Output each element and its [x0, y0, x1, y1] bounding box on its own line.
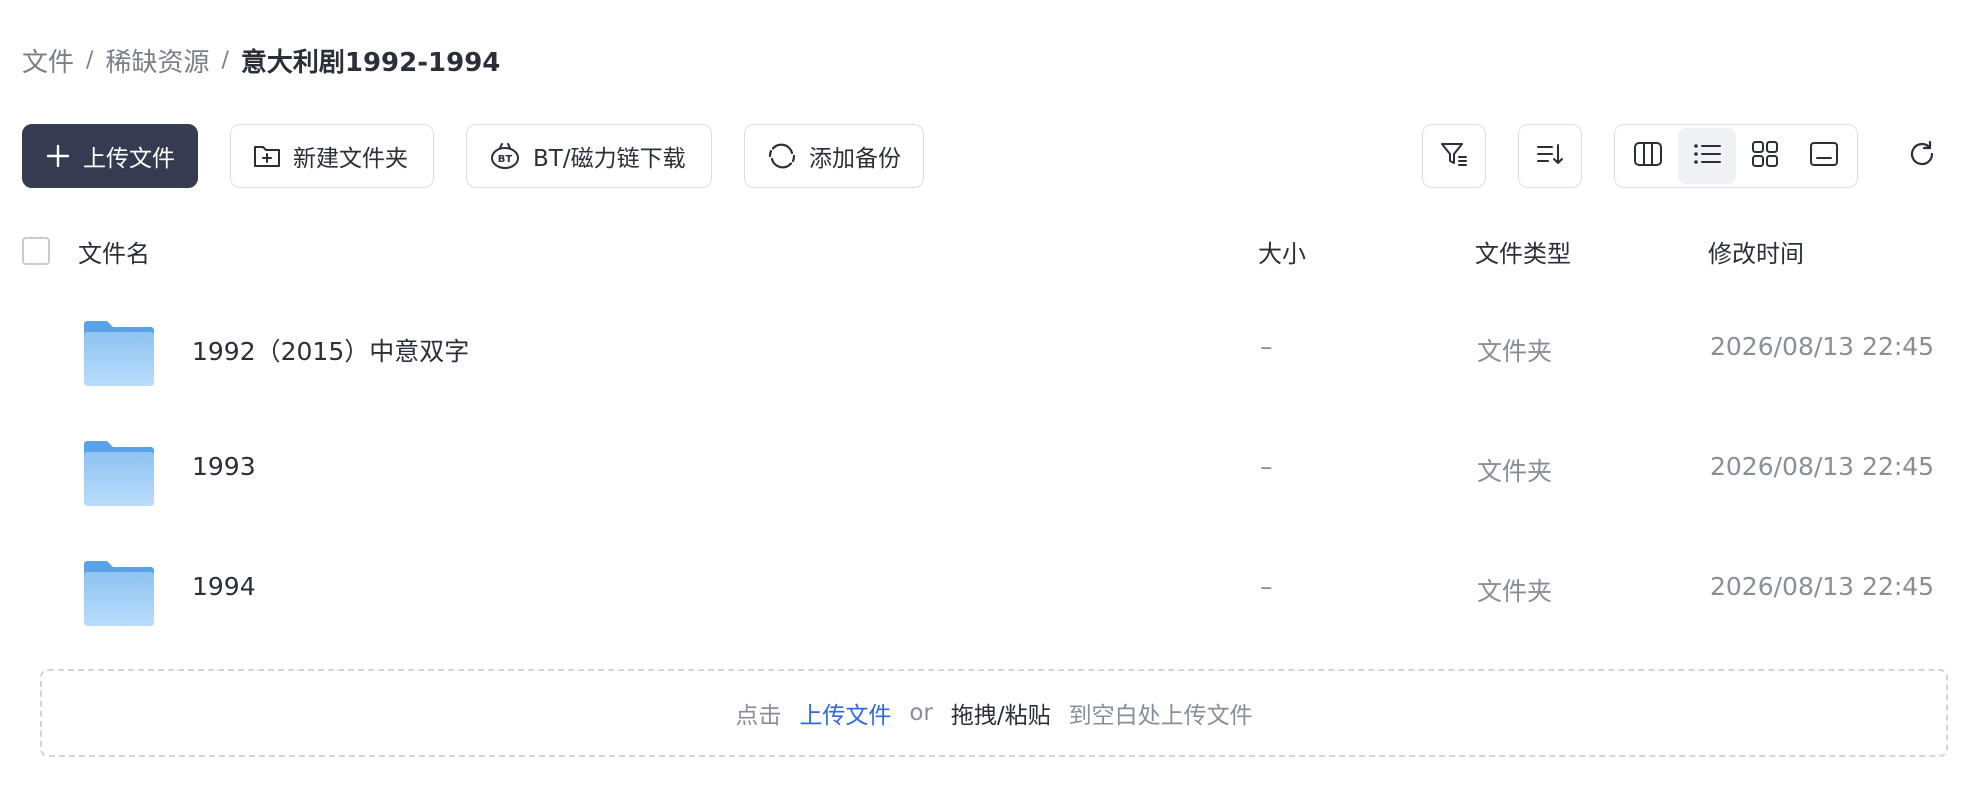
- column-header-type[interactable]: 文件类型: [1475, 234, 1571, 269]
- filter-button[interactable]: [1422, 124, 1486, 188]
- dropzone-suffix: 到空白处上传文件: [1068, 703, 1253, 729]
- columns-view-icon: [1633, 141, 1663, 171]
- upload-button[interactable]: 上传文件: [22, 124, 198, 188]
- file-modified-time: 2026/08/13 22:45: [1710, 572, 1935, 601]
- refresh-icon: [1907, 139, 1937, 173]
- preview-view-icon: [1809, 141, 1839, 171]
- folder-icon: [82, 560, 156, 632]
- column-header-size[interactable]: 大小: [1258, 234, 1306, 269]
- refresh-button[interactable]: [1902, 136, 1942, 176]
- breadcrumb-item-files[interactable]: 文件: [22, 42, 74, 79]
- grid-view-icon: [1751, 140, 1779, 172]
- column-header-modified[interactable]: 修改时间: [1708, 234, 1804, 269]
- folder-icon: [82, 440, 156, 512]
- add-backup-button-label: 添加备份: [809, 146, 901, 172]
- table-row[interactable]: 1992（2015）中意双字 – 文件夹 2026/08/13 22:45: [0, 292, 1974, 410]
- bt-download-button[interactable]: BT BT/磁力链下载: [466, 124, 712, 188]
- grid-view-button[interactable]: [1736, 128, 1795, 184]
- dropzone-upload-link[interactable]: 上传文件: [799, 696, 891, 730]
- file-size: –: [1260, 452, 1273, 481]
- table-row[interactable]: 1993 – 文件夹 2026/08/13 22:45: [0, 412, 1974, 530]
- breadcrumb-current: 意大利剧1992-1994: [240, 47, 501, 78]
- file-size: –: [1260, 572, 1273, 601]
- sync-icon: [767, 141, 797, 171]
- sort-icon: [1535, 139, 1565, 173]
- breadcrumb-item-rare-resources[interactable]: 稀缺资源: [105, 42, 209, 79]
- file-modified-time: 2026/08/13 22:45: [1710, 332, 1935, 361]
- file-type: 文件夹: [1477, 337, 1553, 366]
- list-view-button[interactable]: [1677, 128, 1736, 184]
- new-folder-button-label: 新建文件夹: [293, 146, 408, 172]
- folder-icon: [82, 320, 156, 392]
- svg-text:BT: BT: [498, 154, 513, 165]
- add-backup-button[interactable]: 添加备份: [744, 124, 924, 188]
- dropzone-or: or: [909, 700, 933, 726]
- preview-view-button[interactable]: [1795, 128, 1854, 184]
- breadcrumb-separator: /: [86, 47, 94, 73]
- file-name[interactable]: 1992（2015）中意双字: [192, 332, 469, 368]
- bt-icon: BT: [489, 142, 521, 170]
- breadcrumb: 文件 / 稀缺资源 / 意大利剧1992-1994: [22, 40, 500, 80]
- filter-icon: [1439, 139, 1469, 173]
- toolbar: 上传文件 新建文件夹 BT BT/磁力链下载 添加备份: [22, 124, 924, 188]
- column-header-name[interactable]: 文件名: [78, 234, 150, 269]
- file-manager-page: 文件 / 稀缺资源 / 意大利剧1992-1994 上传文件 新建文件夹 BT …: [0, 0, 1974, 810]
- breadcrumb-separator: /: [221, 47, 229, 73]
- table-header: 文件名 大小 文件类型 修改时间: [0, 228, 1974, 274]
- view-mode-switcher: [1614, 124, 1858, 188]
- upload-button-label: 上传文件: [83, 146, 175, 172]
- file-name[interactable]: 1994: [192, 572, 256, 601]
- table-row[interactable]: 1994 – 文件夹 2026/08/13 22:45: [0, 532, 1974, 650]
- dropzone-drag-paste: 拖拽/粘贴: [950, 703, 1051, 729]
- new-folder-button[interactable]: 新建文件夹: [230, 124, 434, 188]
- select-all-checkbox[interactable]: [22, 237, 50, 265]
- sort-button[interactable]: [1518, 124, 1582, 188]
- file-name[interactable]: 1993: [192, 452, 256, 481]
- folder-plus-icon: [253, 143, 281, 169]
- columns-view-button[interactable]: [1619, 128, 1678, 184]
- bt-download-button-label: BT/磁力链下载: [533, 146, 686, 172]
- plus-icon: [45, 143, 71, 169]
- file-type: 文件夹: [1477, 457, 1553, 486]
- file-size: –: [1260, 332, 1273, 361]
- list-view-icon: [1692, 142, 1722, 170]
- file-type: 文件夹: [1477, 577, 1553, 606]
- dropzone-prefix: 点击: [735, 703, 782, 729]
- upload-dropzone[interactable]: 点击 上传文件 or 拖拽/粘贴 到空白处上传文件: [40, 669, 1948, 757]
- file-modified-time: 2026/08/13 22:45: [1710, 452, 1935, 481]
